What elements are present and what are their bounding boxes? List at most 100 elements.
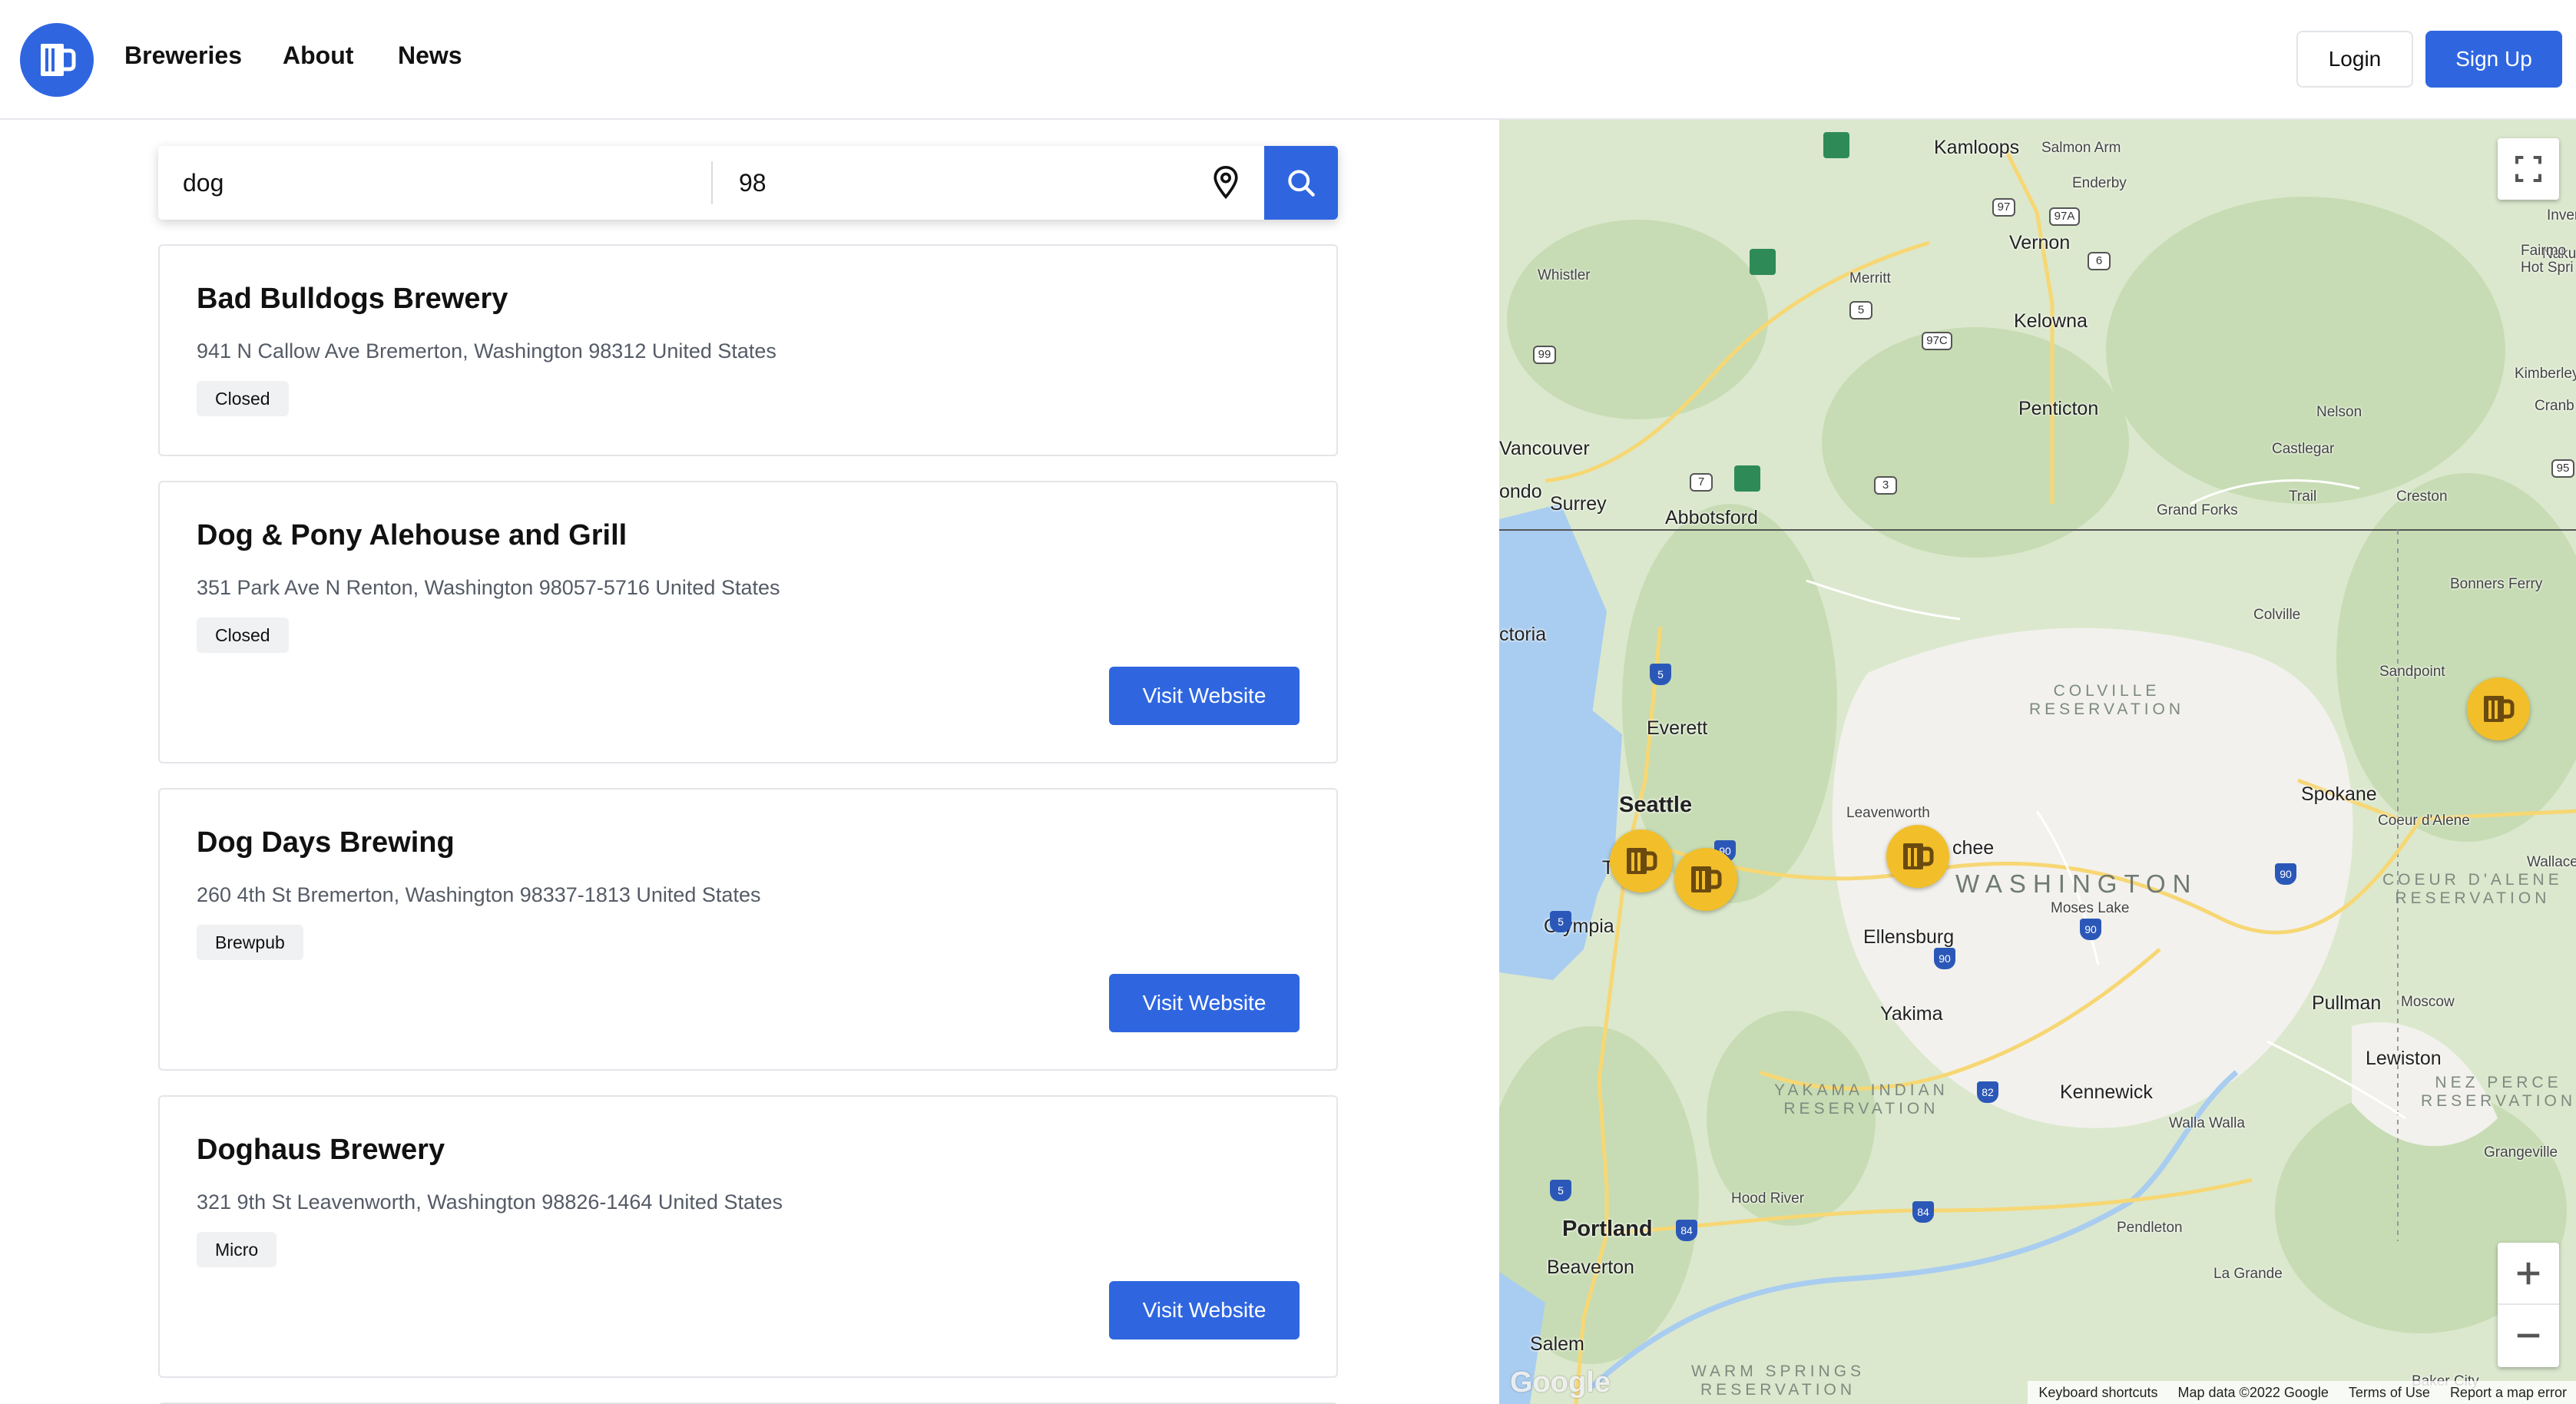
brewery-map[interactable]: Kamloops Kelowna Vernon Penticton Vancou…	[1499, 120, 2576, 1404]
interstate-shield: 5	[1650, 664, 1671, 685]
terms-of-use-link[interactable]: Terms of Use	[2349, 1385, 2430, 1401]
interstate-shield: 82	[1977, 1081, 1998, 1103]
nav-breweries[interactable]: Breweries	[124, 41, 242, 70]
report-map-error-link[interactable]: Report a map error	[2450, 1385, 2567, 1401]
search-icon	[1288, 170, 1315, 197]
map-label-abbotsford: Abbotsford	[1665, 507, 1758, 528]
map-label-vernon: Vernon	[2009, 232, 2071, 253]
map-label-lewiston: Lewiston	[2366, 1048, 2442, 1069]
visit-website-button[interactable]: Visit Website	[1109, 1281, 1300, 1339]
map-label-everett: Everett	[1647, 717, 1708, 739]
map-label-moses-lake: Moses Lake	[2051, 900, 2130, 916]
visit-website-button[interactable]: Visit Website	[1109, 667, 1300, 725]
highway-shield: 5	[1849, 301, 1872, 320]
brewery-name[interactable]: Dog & Pony Alehouse and Grill	[197, 519, 627, 552]
map-label-creston: Creston	[2396, 488, 2448, 505]
brewery-address: 941 N Callow Ave Bremerton, Washington 9…	[197, 339, 776, 363]
brewery-type-badge: Brewpub	[197, 925, 303, 960]
top-navbar: Breweries About News Login Sign Up	[0, 0, 2576, 120]
highway-shield: 7	[1690, 473, 1713, 492]
highway-shield: 3	[1874, 476, 1897, 495]
map-label-vancouver: Vancouver	[1499, 438, 1590, 459]
park-icon	[1734, 465, 1760, 492]
brewery-name[interactable]: Dog Days Brewing	[197, 826, 455, 859]
brewery-type-badge: Closed	[197, 381, 289, 416]
plus-icon	[2517, 1262, 2540, 1285]
beer-mug-icon	[1691, 866, 1722, 892]
interstate-shield: 90	[1934, 948, 1955, 969]
brewery-name[interactable]: Doghaus Brewery	[197, 1134, 445, 1167]
highway-shield: 6	[2088, 252, 2111, 270]
map-label-bonners-ferry: Bonners Ferry	[2450, 576, 2543, 592]
interstate-shield: 90	[2275, 863, 2296, 885]
highway-shield: 97C	[1922, 332, 1952, 350]
map-label-leavenworth: Leavenworth	[1846, 805, 1930, 821]
visit-website-button[interactable]: Visit Website	[1109, 974, 1300, 1032]
map-label-portland: Portland	[1562, 1217, 1653, 1241]
map-label-salem: Salem	[1530, 1333, 1584, 1355]
map-label-merritt: Merritt	[1849, 270, 1891, 286]
map-attribution-bar: Keyboard shortcuts Map data ©2022 Google…	[2028, 1381, 2576, 1404]
zoom-controls	[2498, 1243, 2559, 1367]
nav-about[interactable]: About	[283, 41, 353, 70]
map-label-nez-perce-reservation: NEZ PERCE RESERVATION	[2421, 1074, 2576, 1110]
nav-news[interactable]: News	[398, 41, 462, 70]
map-label-enderby: Enderby	[2072, 175, 2127, 191]
fullscreen-button[interactable]	[2498, 138, 2559, 200]
map-label-yakima: Yakima	[1880, 1003, 1943, 1025]
map-label-salmon-arm: Salmon Arm	[2041, 140, 2121, 156]
highway-shield: 95	[2551, 459, 2574, 478]
zoom-in-button[interactable]	[2498, 1243, 2559, 1305]
beer-mug-icon	[1627, 848, 1657, 874]
interstate-shield: 84	[1676, 1220, 1697, 1241]
map-label-kelowna: Kelowna	[2014, 310, 2088, 332]
location-input[interactable]	[713, 146, 1197, 220]
map-label-wallace: Wallace	[2527, 854, 2576, 870]
interstate-shield: 84	[1912, 1201, 1934, 1223]
brewery-address: 321 9th St Leavenworth, Washington 98826…	[197, 1190, 783, 1214]
highway-shield: 99	[1533, 346, 1556, 364]
map-label-pendleton: Pendleton	[2117, 1220, 2183, 1236]
map-label-hot-springs: Hot Spri	[2521, 260, 2574, 276]
map-label-moscow: Moscow	[2401, 994, 2455, 1010]
map-label-wenatchee: chee	[1952, 837, 1995, 859]
map-label-whistler: Whistler	[1538, 267, 1591, 283]
interstate-shield: 90	[2080, 919, 2101, 940]
brewery-name[interactable]: Bad Bulldogs Brewery	[197, 283, 508, 316]
map-label-colville-reservation: COLVILLE RESERVATION	[2029, 682, 2185, 718]
map-label-hood-river: Hood River	[1731, 1190, 1805, 1207]
location-pin-icon[interactable]	[1209, 164, 1243, 201]
map-label-yakama-reservation: YAKAMA INDIAN RESERVATION	[1774, 1081, 1949, 1118]
interstate-shield: 5	[1550, 911, 1571, 932]
map-label-seattle: Seattle	[1619, 793, 1693, 817]
beer-mug-icon	[2484, 696, 2515, 722]
brewery-map-marker[interactable]	[1886, 825, 1949, 888]
map-label-surrey: Surrey	[1550, 493, 1607, 515]
brewery-map-marker[interactable]	[1674, 848, 1737, 911]
highway-shield: 97A	[2049, 207, 2080, 226]
map-label-kamloops: Kamloops	[1934, 137, 2020, 158]
beer-mug-logo-icon[interactable]	[20, 23, 94, 97]
map-label-penticton: Penticton	[2018, 398, 2099, 419]
map-label-beaverton: Beaverton	[1547, 1257, 1634, 1278]
brewery-card: Dog & Pony Alehouse and Grill 351 Park A…	[158, 481, 1338, 763]
search-query-input[interactable]	[158, 146, 711, 220]
map-label-spokane: Spokane	[2301, 783, 2377, 805]
map-label-invermere: Invermere	[2547, 207, 2576, 224]
login-button[interactable]: Login	[2296, 31, 2413, 88]
map-label-trail: Trail	[2289, 488, 2317, 505]
google-logo[interactable]: Google	[1510, 1366, 1611, 1399]
minus-icon	[2517, 1333, 2540, 1338]
search-button[interactable]	[1264, 146, 1338, 220]
map-label-walla-walla: Walla Walla	[2169, 1115, 2245, 1131]
brewery-map-marker[interactable]	[1610, 829, 1673, 892]
map-label-la-grande: La Grande	[2213, 1266, 2283, 1282]
keyboard-shortcuts-link[interactable]: Keyboard shortcuts	[2038, 1385, 2157, 1401]
beer-mug-icon	[1903, 843, 1934, 869]
search-bar	[158, 146, 1338, 220]
zoom-out-button[interactable]	[2498, 1305, 2559, 1366]
brewery-map-marker[interactable]	[2467, 677, 2530, 740]
map-label-coeur-dalene: Coeur d'Alene	[2378, 813, 2470, 829]
signup-button[interactable]: Sign Up	[2425, 31, 2562, 88]
brewery-type-badge: Micro	[197, 1232, 277, 1267]
